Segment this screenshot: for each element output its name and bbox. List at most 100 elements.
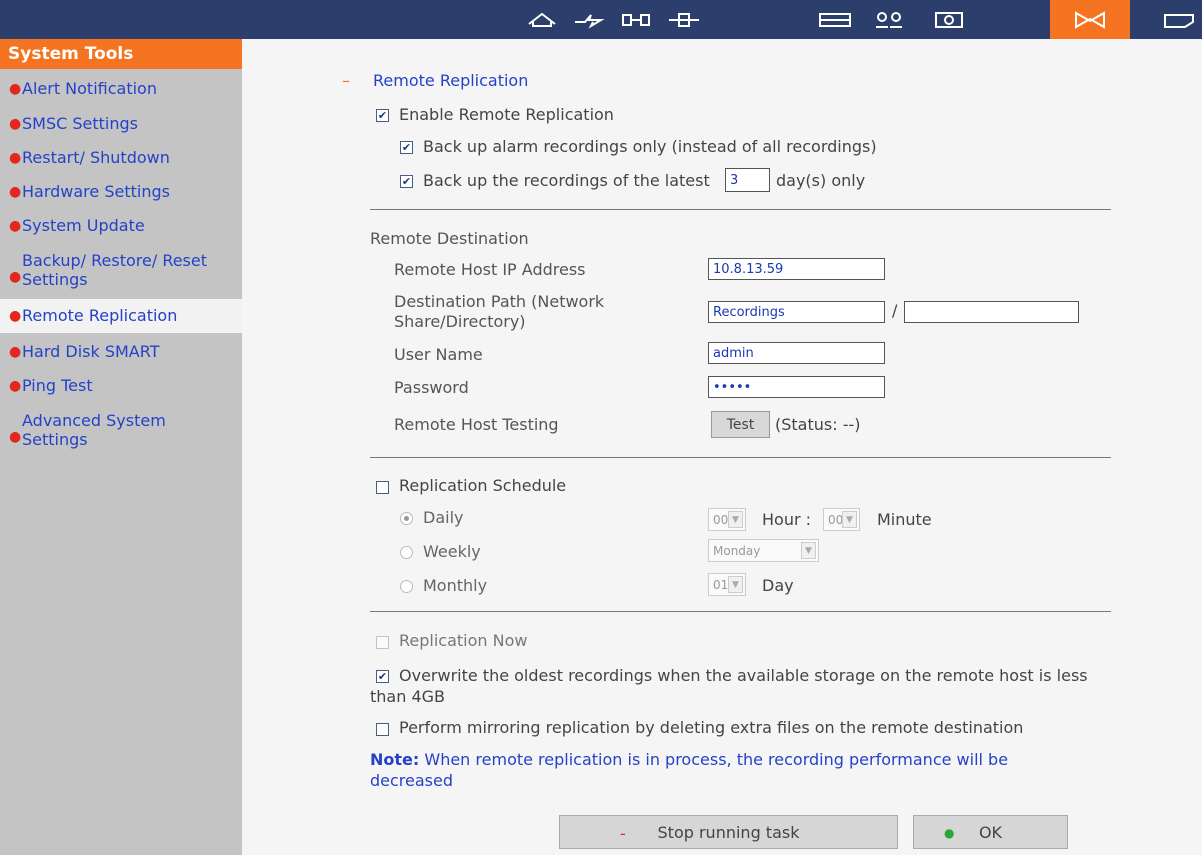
divider	[370, 457, 1111, 458]
storage-icon[interactable]	[812, 0, 858, 39]
bullet-icon: ●	[9, 116, 22, 132]
monthly-label: Monthly	[423, 576, 488, 595]
collapse-icon[interactable]: –	[342, 71, 350, 90]
home-icon[interactable]	[519, 0, 565, 39]
alarm-only-checkbox[interactable]: ✔	[400, 141, 413, 154]
replication-schedule-checkbox[interactable]	[376, 481, 389, 494]
hour-select[interactable]: 00 ▼	[708, 508, 746, 531]
user-name-label: User Name	[394, 345, 483, 364]
replication-now-checkbox[interactable]	[376, 636, 389, 649]
users-icon[interactable]	[866, 0, 912, 39]
camera-icon[interactable]	[926, 0, 972, 39]
sidebar-item-label: Hard Disk SMART	[22, 342, 160, 361]
sidebar-item-label: Alert Notification	[22, 79, 157, 98]
chevron-down-icon: ▼	[842, 511, 857, 528]
ok-label: OK	[978, 822, 1003, 842]
test-status: (Status: --)	[775, 415, 861, 434]
sidebar-item-hard-disk-smart[interactable]: ● Hard Disk SMART	[0, 342, 242, 366]
note-text: When remote replication is in process, t…	[370, 750, 1009, 790]
sidebar-item-restart-shutdown[interactable]: ● Restart/ Shutdown	[0, 148, 242, 172]
path-input[interactable]	[708, 301, 885, 323]
top-toolbar	[0, 0, 1202, 39]
note-bold: Note:	[370, 750, 420, 769]
monthly-radio[interactable]	[400, 580, 413, 593]
weekly-radio[interactable]	[400, 546, 413, 559]
device-icon[interactable]	[613, 0, 659, 39]
minute-select[interactable]: 00 ▼	[823, 508, 860, 531]
overwrite-oldest-label: Overwrite the oldest recordings when the…	[370, 666, 1088, 706]
weekday-value: Monday	[713, 543, 761, 558]
enable-remote-replication-checkbox[interactable]: ✔	[376, 109, 389, 122]
sidebar-item-label: SMSC Settings	[22, 114, 138, 133]
sidebar: System Tools ● Alert Notification ● SMSC…	[0, 39, 242, 855]
weekday-select[interactable]: Monday ▼	[708, 539, 819, 562]
bullet-icon: ●	[9, 429, 22, 445]
mirroring-label: Perform mirroring replication by deletin…	[399, 718, 1024, 737]
day-label: Day	[762, 576, 794, 595]
bullet-icon: ●	[9, 218, 22, 234]
remote-destination-title: Remote Destination	[370, 229, 529, 248]
chevron-down-icon: ▼	[728, 576, 743, 593]
sidebar-item-label: Backup/ Restore/ Reset Settings	[22, 251, 208, 289]
divider	[370, 209, 1111, 210]
user-name-input[interactable]	[708, 342, 885, 364]
sidebar-item-system-update[interactable]: ● System Update	[0, 216, 242, 240]
ip-label: Remote Host IP Address	[394, 260, 586, 279]
path-separator: /	[892, 301, 898, 320]
sidebar-item-remote-replication[interactable]: ● Remote Replication	[0, 299, 242, 333]
chevron-down-icon: ▼	[801, 542, 816, 559]
day-select[interactable]: 01 ▼	[708, 573, 746, 596]
folder-icon[interactable]	[1156, 0, 1202, 39]
minute-label: Minute	[877, 510, 932, 529]
bullet-icon: ●	[9, 378, 22, 394]
bullet-icon: ●	[9, 308, 22, 324]
ip-input[interactable]	[708, 258, 885, 280]
sidebar-item-smsc-settings[interactable]: ● SMSC Settings	[0, 114, 242, 138]
sidebar-item-hardware-settings[interactable]: ● Hardware Settings	[0, 182, 242, 206]
path-subdir-input[interactable]	[904, 301, 1079, 323]
sidebar-item-label: Restart/ Shutdown	[22, 148, 170, 167]
latest-days-checkbox[interactable]: ✔	[400, 175, 413, 188]
latest-days-prefix: Back up the recordings of the latest	[423, 171, 710, 190]
path-label: Destination Path (Network Share/Director…	[394, 292, 605, 331]
daily-label: Daily	[423, 508, 464, 527]
password-label: Password	[394, 378, 469, 397]
network-icon[interactable]	[565, 0, 611, 39]
mirroring-checkbox[interactable]	[376, 723, 389, 736]
system-tools-icon[interactable]	[1050, 0, 1130, 39]
remote-host-testing-label: Remote Host Testing	[394, 415, 559, 434]
chevron-down-icon: ▼	[728, 511, 743, 528]
stop-running-task-label: Stop running task	[657, 822, 800, 842]
sidebar-item-label: System Update	[22, 216, 145, 235]
alarm-only-label: Back up alarm recordings only (instead o…	[423, 137, 877, 156]
test-button[interactable]: Test	[711, 411, 770, 438]
section-title: Remote Replication	[373, 71, 529, 90]
dot-icon: ●	[944, 826, 955, 840]
weekly-label: Weekly	[423, 542, 481, 561]
sidebar-item-label: Hardware Settings	[22, 182, 170, 201]
sidebar-title: System Tools	[0, 39, 242, 69]
password-input[interactable]	[708, 376, 885, 398]
note: Note: When remote replication is in proc…	[370, 749, 1070, 791]
stop-running-task-button[interactable]: - Stop running task	[559, 815, 898, 849]
hour-label: Hour :	[762, 510, 812, 529]
bullet-icon: ●	[9, 184, 22, 200]
sidebar-item-ping-test[interactable]: ● Ping Test	[0, 376, 242, 400]
minus-icon: -	[620, 824, 626, 843]
day-value: 01	[713, 577, 729, 592]
enable-remote-replication-label: Enable Remote Replication	[399, 105, 614, 124]
minute-value: 00	[828, 512, 844, 527]
connection-icon[interactable]	[661, 0, 707, 39]
ok-button[interactable]: ● OK	[913, 815, 1068, 849]
replication-schedule-label: Replication Schedule	[399, 476, 567, 495]
sidebar-item-advanced-system-settings[interactable]: ● Advanced System Settings	[0, 411, 242, 455]
sidebar-item-alert-notification[interactable]: ● Alert Notification	[0, 79, 242, 103]
latest-days-input[interactable]	[725, 168, 770, 192]
sidebar-item-label: Advanced System Settings	[22, 411, 166, 449]
replication-now-label: Replication Now	[399, 631, 528, 650]
bullet-icon: ●	[9, 81, 22, 97]
latest-days-suffix: day(s) only	[776, 171, 866, 190]
sidebar-item-backup-restore-reset[interactable]: ● Backup/ Restore/ Reset Settings	[0, 251, 242, 295]
daily-radio[interactable]	[400, 512, 413, 525]
bullet-icon: ●	[9, 150, 22, 166]
